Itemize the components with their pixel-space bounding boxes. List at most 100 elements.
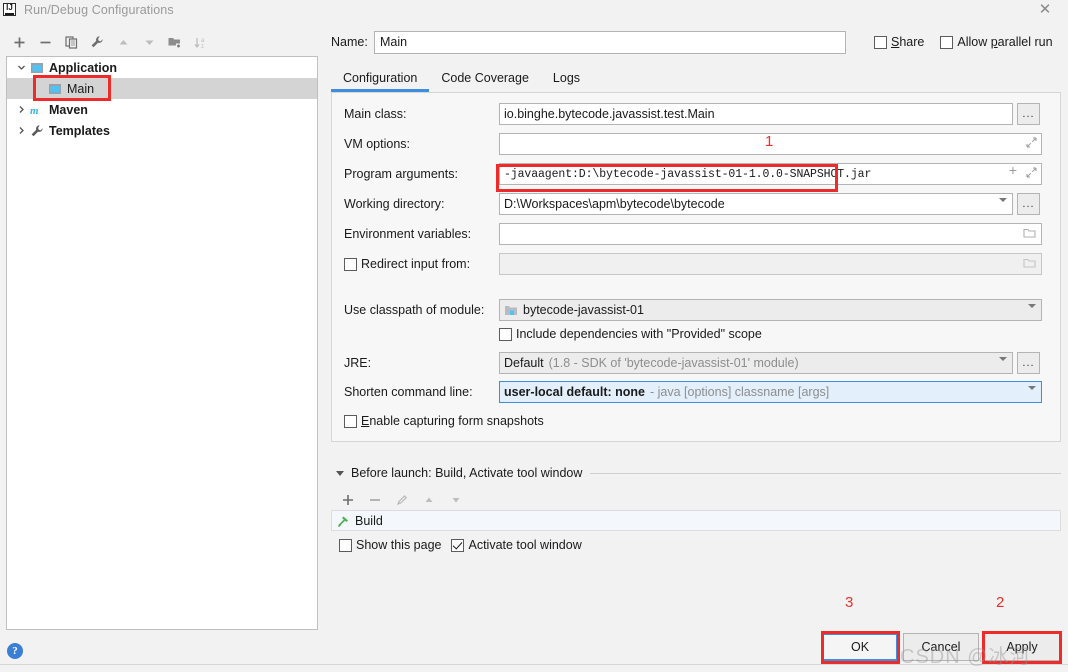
working-directory-label: Working directory: <box>344 197 445 211</box>
copy-configuration-icon[interactable] <box>58 30 84 54</box>
activate-tool-window-checkbox-box[interactable] <box>451 538 465 552</box>
redirect-input-field[interactable] <box>499 253 1042 275</box>
before-launch-toolbar <box>334 489 634 511</box>
folder-icon[interactable] <box>1023 257 1036 272</box>
expand-icon[interactable] <box>1026 137 1037 151</box>
program-arguments-input[interactable]: -javaagent:D:\bytecode-javassist-01-1.0.… <box>499 163 1042 185</box>
tree-item-maven[interactable]: m Maven <box>7 99 317 120</box>
remove-configuration-button[interactable] <box>32 30 58 54</box>
window-title: Run/Debug Configurations <box>24 2 174 17</box>
maven-icon: m <box>30 105 39 117</box>
share-checkbox[interactable]: Share <box>874 35 924 49</box>
redirect-input-row: Redirect input from: <box>332 253 1062 275</box>
working-directory-value: D:\Workspaces\apm\bytecode\bytecode <box>504 197 725 211</box>
allow-parallel-run-checkbox-box[interactable] <box>940 35 954 49</box>
allow-parallel-run-checkbox[interactable]: Allow parallel run <box>940 35 1053 49</box>
working-directory-browse-button[interactable]: ... <box>1017 193 1040 215</box>
shorten-command-line-hint: - java [options] classname [args] <box>650 385 830 399</box>
program-arguments-value: -javaagent:D:\bytecode-javassist-01-1.0.… <box>504 167 872 181</box>
before-launch-list[interactable]: Build <box>331 510 1061 531</box>
redirect-input-label: Redirect input from: <box>361 257 471 271</box>
tree-item-label: Main <box>67 81 95 96</box>
include-provided-checkbox-box[interactable] <box>499 327 512 341</box>
before-launch-add-button[interactable] <box>334 489 361 511</box>
arrow-down-icon[interactable] <box>136 30 162 54</box>
before-launch-move-down-button[interactable] <box>442 489 469 511</box>
add-configuration-button[interactable] <box>6 30 32 54</box>
folder-add-icon[interactable] <box>162 30 188 54</box>
main-class-browse-button[interactable]: ... <box>1017 103 1040 125</box>
apply-button[interactable]: Apply <box>984 633 1060 661</box>
help-icon[interactable]: ? <box>7 643 23 659</box>
share-label: Share <box>891 35 925 49</box>
main-class-input[interactable]: io.binghe.bytecode.javassist.test.Main <box>499 103 1013 125</box>
use-classpath-select[interactable]: bytecode-javassist-01 <box>499 299 1042 321</box>
tree-item-main[interactable]: Main <box>7 78 317 99</box>
enable-snapshots-checkbox-box[interactable] <box>344 414 357 428</box>
chevron-right-icon[interactable] <box>13 100 29 120</box>
close-icon[interactable]: ✕ <box>1030 0 1060 19</box>
expand-icon[interactable] <box>1026 167 1037 182</box>
chevron-down-icon[interactable] <box>999 357 1007 373</box>
shorten-command-line-row: Shorten command line: user-local default… <box>332 381 1062 403</box>
environment-variables-input[interactable] <box>499 223 1042 245</box>
shorten-command-line-label: Shorten command line: <box>344 385 473 399</box>
enable-snapshots-label-rest: nable capturing form snapshots <box>369 414 544 428</box>
pencil-icon[interactable] <box>388 489 415 511</box>
arrow-up-icon[interactable] <box>110 30 136 54</box>
show-this-page-checkbox-box[interactable] <box>339 538 352 552</box>
before-launch-header[interactable]: Before launch: Build, Activate tool wind… <box>331 466 1061 480</box>
svg-text:z: z <box>201 44 204 50</box>
insert-macro-icon[interactable]: + <box>1009 165 1017 179</box>
before-launch-move-up-button[interactable] <box>415 489 442 511</box>
tab-code-coverage[interactable]: Code Coverage <box>429 71 541 92</box>
include-provided-checkbox[interactable]: Include dependencies with "Provided" sco… <box>499 323 1059 345</box>
before-launch-title: Before launch: Build, Activate tool wind… <box>351 466 583 480</box>
chevron-down-icon[interactable] <box>1028 304 1036 320</box>
build-hammer-icon <box>337 516 348 527</box>
jre-select[interactable]: Default (1.8 - SDK of 'bytecode-javassis… <box>499 352 1013 374</box>
folder-icon[interactable] <box>1023 227 1036 242</box>
show-this-page-label: Show this page <box>356 538 442 552</box>
tree-item-templates[interactable]: Templates <box>7 120 317 141</box>
configurations-tree[interactable]: Application Main m Maven Templates <box>6 56 318 630</box>
jre-label: JRE: <box>344 356 372 370</box>
main-class-row: Main class: io.binghe.bytecode.javassist… <box>332 103 1062 125</box>
tree-item-label: Maven <box>49 102 88 117</box>
use-classpath-value: bytecode-javassist-01 <box>523 303 644 317</box>
cancel-button[interactable]: Cancel <box>903 633 979 661</box>
shorten-command-line-select[interactable]: user-local default: none - java [options… <box>499 381 1042 403</box>
tree-item-application[interactable]: Application <box>7 57 317 78</box>
tree-item-label: Application <box>49 60 118 75</box>
redirect-input-checkbox[interactable]: Redirect input from: <box>332 257 499 271</box>
jre-browse-button[interactable]: ... <box>1017 352 1040 374</box>
share-checkbox-box[interactable] <box>874 35 887 49</box>
jre-hint: (1.8 - SDK of 'bytecode-javassist-01' mo… <box>548 356 799 370</box>
before-launch-remove-button[interactable] <box>361 489 388 511</box>
vm-options-row: VM options: <box>332 133 1062 155</box>
sort-az-icon[interactable]: a z <box>188 30 214 54</box>
tab-configuration[interactable]: Configuration <box>331 71 430 92</box>
chevron-right-icon[interactable] <box>13 121 29 141</box>
tab-logs[interactable]: Logs <box>541 71 592 92</box>
working-directory-row: Working directory: D:\Workspaces\apm\byt… <box>332 193 1062 215</box>
configuration-tabs: Configuration Code Coverage Logs <box>331 64 1061 92</box>
use-classpath-label: Use classpath of module: <box>344 303 485 317</box>
wrench-icon[interactable] <box>84 30 110 54</box>
working-directory-input[interactable]: D:\Workspaces\apm\bytecode\bytecode <box>499 193 1013 215</box>
chevron-down-icon[interactable] <box>1028 386 1036 402</box>
vm-options-label: VM options: <box>344 137 411 151</box>
enable-snapshots-checkbox[interactable]: Enable capturing form snapshots <box>344 410 904 432</box>
chevron-down-icon[interactable] <box>999 198 1007 214</box>
tree-item-label: Templates <box>49 123 110 138</box>
jre-row: JRE: Default (1.8 - SDK of 'bytecode-jav… <box>332 352 1062 374</box>
redirect-input-checkbox-box[interactable] <box>344 257 357 271</box>
show-this-page-checkbox[interactable]: Show this page <box>339 538 441 552</box>
activate-tool-window-checkbox[interactable]: Activate tool window <box>451 538 582 552</box>
chevron-down-icon[interactable] <box>13 58 29 78</box>
chevron-down-icon[interactable] <box>336 470 344 476</box>
annotation-number-1: 1 <box>765 133 774 150</box>
name-input[interactable]: Main <box>374 30 846 54</box>
ok-button[interactable]: OK <box>822 633 898 661</box>
